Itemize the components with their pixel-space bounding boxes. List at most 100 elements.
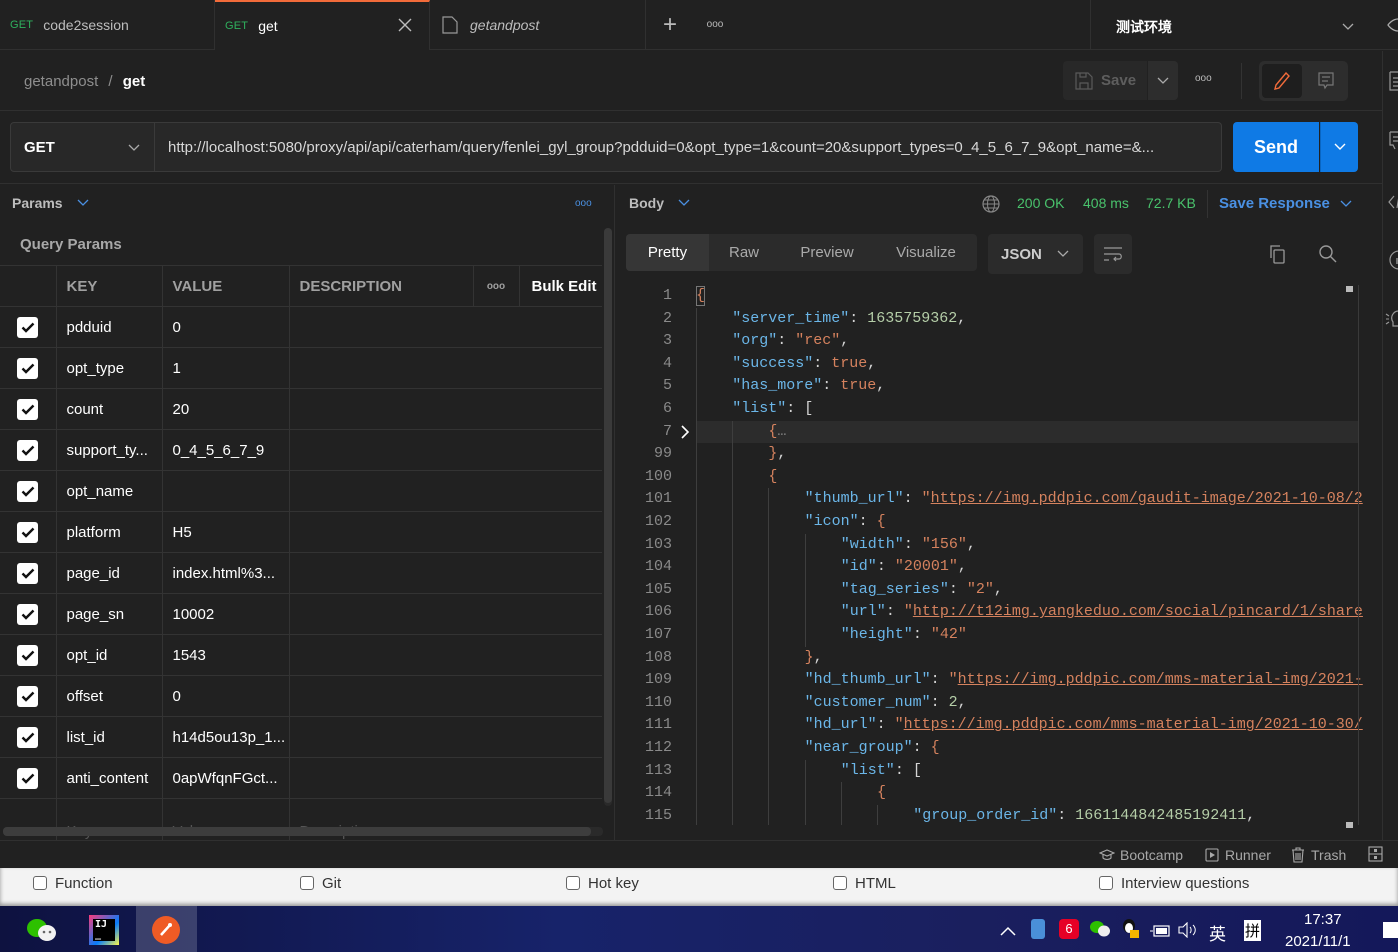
param-enabled-checkbox[interactable]	[17, 603, 38, 625]
param-description[interactable]	[289, 552, 602, 594]
breadcrumb-collection[interactable]: getandpost	[24, 73, 98, 90]
code-icon[interactable]	[1388, 194, 1398, 215]
view-tab-preview[interactable]: Preview	[779, 234, 875, 271]
params-section-toggle[interactable]: Params	[12, 195, 89, 211]
strip-item-git[interactable]: Git	[300, 875, 341, 892]
param-key[interactable]: support_ty...	[56, 429, 163, 471]
param-key[interactable]: platform	[56, 511, 163, 553]
param-key[interactable]: page_id	[56, 552, 163, 594]
volume-icon[interactable]	[1178, 921, 1198, 943]
save-button[interactable]: Save	[1063, 61, 1147, 100]
param-description[interactable]	[289, 716, 602, 758]
body-section-toggle[interactable]: Body	[629, 195, 690, 211]
globe-icon[interactable]	[982, 195, 1000, 218]
param-description[interactable]	[289, 757, 602, 799]
more-tabs-button[interactable]: ooo	[700, 14, 730, 34]
param-enabled-checkbox[interactable]	[17, 357, 38, 379]
bootcamp-button[interactable]: Bootcamp	[1099, 847, 1183, 863]
param-value[interactable]: 0	[162, 306, 290, 348]
param-enabled-checkbox[interactable]	[17, 685, 38, 707]
intellij-icon[interactable]: IJ _	[89, 915, 119, 945]
param-enabled-checkbox[interactable]	[17, 480, 38, 502]
scrollbar-thumb[interactable]	[3, 827, 591, 836]
param-key[interactable]: pdduid	[56, 306, 163, 348]
more-actions-button[interactable]: ooo	[1195, 73, 1212, 84]
save-response-button[interactable]: Save Response	[1219, 195, 1352, 212]
clock-time[interactable]: 17:37	[1304, 911, 1342, 928]
wechat-icon[interactable]	[25, 917, 59, 943]
param-value[interactable]: index.html%3...	[162, 552, 290, 594]
param-value[interactable]: 1	[162, 347, 290, 389]
response-size[interactable]: 72.7 KB	[1146, 195, 1196, 211]
param-value[interactable]	[162, 470, 290, 512]
trash-button[interactable]: Trash	[1291, 847, 1346, 863]
param-value[interactable]: h14d5ou13p_1...	[162, 716, 290, 758]
strip-item-function[interactable]: Function	[33, 875, 113, 892]
battery-icon[interactable]	[1150, 924, 1170, 942]
param-value[interactable]: 20	[162, 388, 290, 430]
show-hidden-icons-button[interactable]	[1000, 923, 1016, 941]
url-input[interactable]: http://localhost:5080/proxy/api/api/cate…	[155, 122, 1222, 172]
param-description[interactable]	[289, 347, 602, 389]
checkbox[interactable]	[833, 876, 847, 890]
bulk-edit-button[interactable]: Bulk Edit	[519, 265, 602, 307]
param-key[interactable]: anti_content	[56, 757, 163, 799]
eye-icon[interactable]	[1386, 16, 1398, 34]
documentation-icon[interactable]	[1389, 71, 1398, 96]
vertical-scrollbar[interactable]	[604, 228, 612, 806]
usb-icon[interactable]	[1031, 919, 1045, 939]
param-description[interactable]	[289, 511, 602, 553]
param-enabled-checkbox[interactable]	[17, 316, 38, 338]
clock-date[interactable]: 2021/11/1	[1285, 933, 1351, 950]
layout-toggle-icon[interactable]	[1368, 846, 1383, 865]
param-enabled-checkbox[interactable]	[17, 398, 38, 420]
response-status[interactable]: 200 OK	[1017, 195, 1064, 211]
send-options-button[interactable]	[1320, 122, 1358, 172]
info-icon[interactable]	[1387, 250, 1398, 275]
ime-mode-indicator[interactable]: 拼	[1244, 920, 1262, 941]
checkbox[interactable]	[300, 876, 314, 890]
checkbox[interactable]	[33, 876, 47, 890]
view-tab-pretty[interactable]: Pretty	[626, 234, 709, 271]
param-key[interactable]: offset	[56, 675, 163, 717]
tab-getandpost[interactable]: getandpost	[430, 0, 646, 50]
copy-icon[interactable]	[1268, 244, 1288, 269]
editor-scrollbar[interactable]	[1358, 285, 1359, 825]
param-description[interactable]	[289, 593, 602, 635]
save-options-button[interactable]	[1148, 61, 1178, 100]
param-enabled-checkbox[interactable]	[17, 521, 38, 543]
param-enabled-checkbox[interactable]	[17, 439, 38, 461]
runner-button[interactable]: Runner	[1205, 847, 1271, 863]
param-enabled-checkbox[interactable]	[17, 644, 38, 666]
param-value[interactable]: 0	[162, 675, 290, 717]
edit-mode-button[interactable]	[1262, 64, 1302, 98]
qq-icon[interactable]	[1120, 918, 1140, 940]
param-description[interactable]	[289, 388, 602, 430]
fold-chevron-icon[interactable]	[680, 425, 690, 444]
ime-language-indicator[interactable]: 英	[1209, 920, 1226, 945]
checkbox[interactable]	[1099, 876, 1113, 890]
horizontal-scrollbar[interactable]	[3, 827, 603, 836]
strip-item-html[interactable]: HTML	[833, 875, 896, 892]
column-options-button[interactable]: ooo	[473, 265, 520, 307]
response-time[interactable]: 408 ms	[1083, 195, 1129, 211]
param-value[interactable]: 0_4_5_6_7_9	[162, 429, 290, 471]
view-tab-raw[interactable]: Raw	[709, 234, 779, 271]
view-tab-visualize[interactable]: Visualize	[875, 234, 977, 271]
wrap-lines-button[interactable]	[1094, 234, 1132, 274]
param-description[interactable]	[289, 634, 602, 676]
tab-get[interactable]: GET get	[215, 0, 430, 50]
close-icon[interactable]	[397, 17, 413, 33]
strip-item-hot-key[interactable]: Hot key	[566, 875, 639, 892]
search-icon[interactable]	[1318, 244, 1338, 269]
response-body-editor[interactable]: 1 {2 "server_time": 1635759362, 3 "org": "re…	[616, 285, 1382, 825]
strip-item-interview-questions[interactable]: Interview questions	[1099, 875, 1249, 892]
scrollbar-thumb[interactable]	[604, 228, 612, 803]
format-selector[interactable]: JSON	[988, 234, 1083, 274]
param-value[interactable]: H5	[162, 511, 290, 553]
param-value[interactable]: 1543	[162, 634, 290, 676]
notification-center-icon[interactable]	[1383, 922, 1398, 938]
param-enabled-checkbox[interactable]	[17, 562, 38, 584]
lightbulb-icon[interactable]	[1385, 309, 1398, 336]
param-key[interactable]: opt_type	[56, 347, 163, 389]
